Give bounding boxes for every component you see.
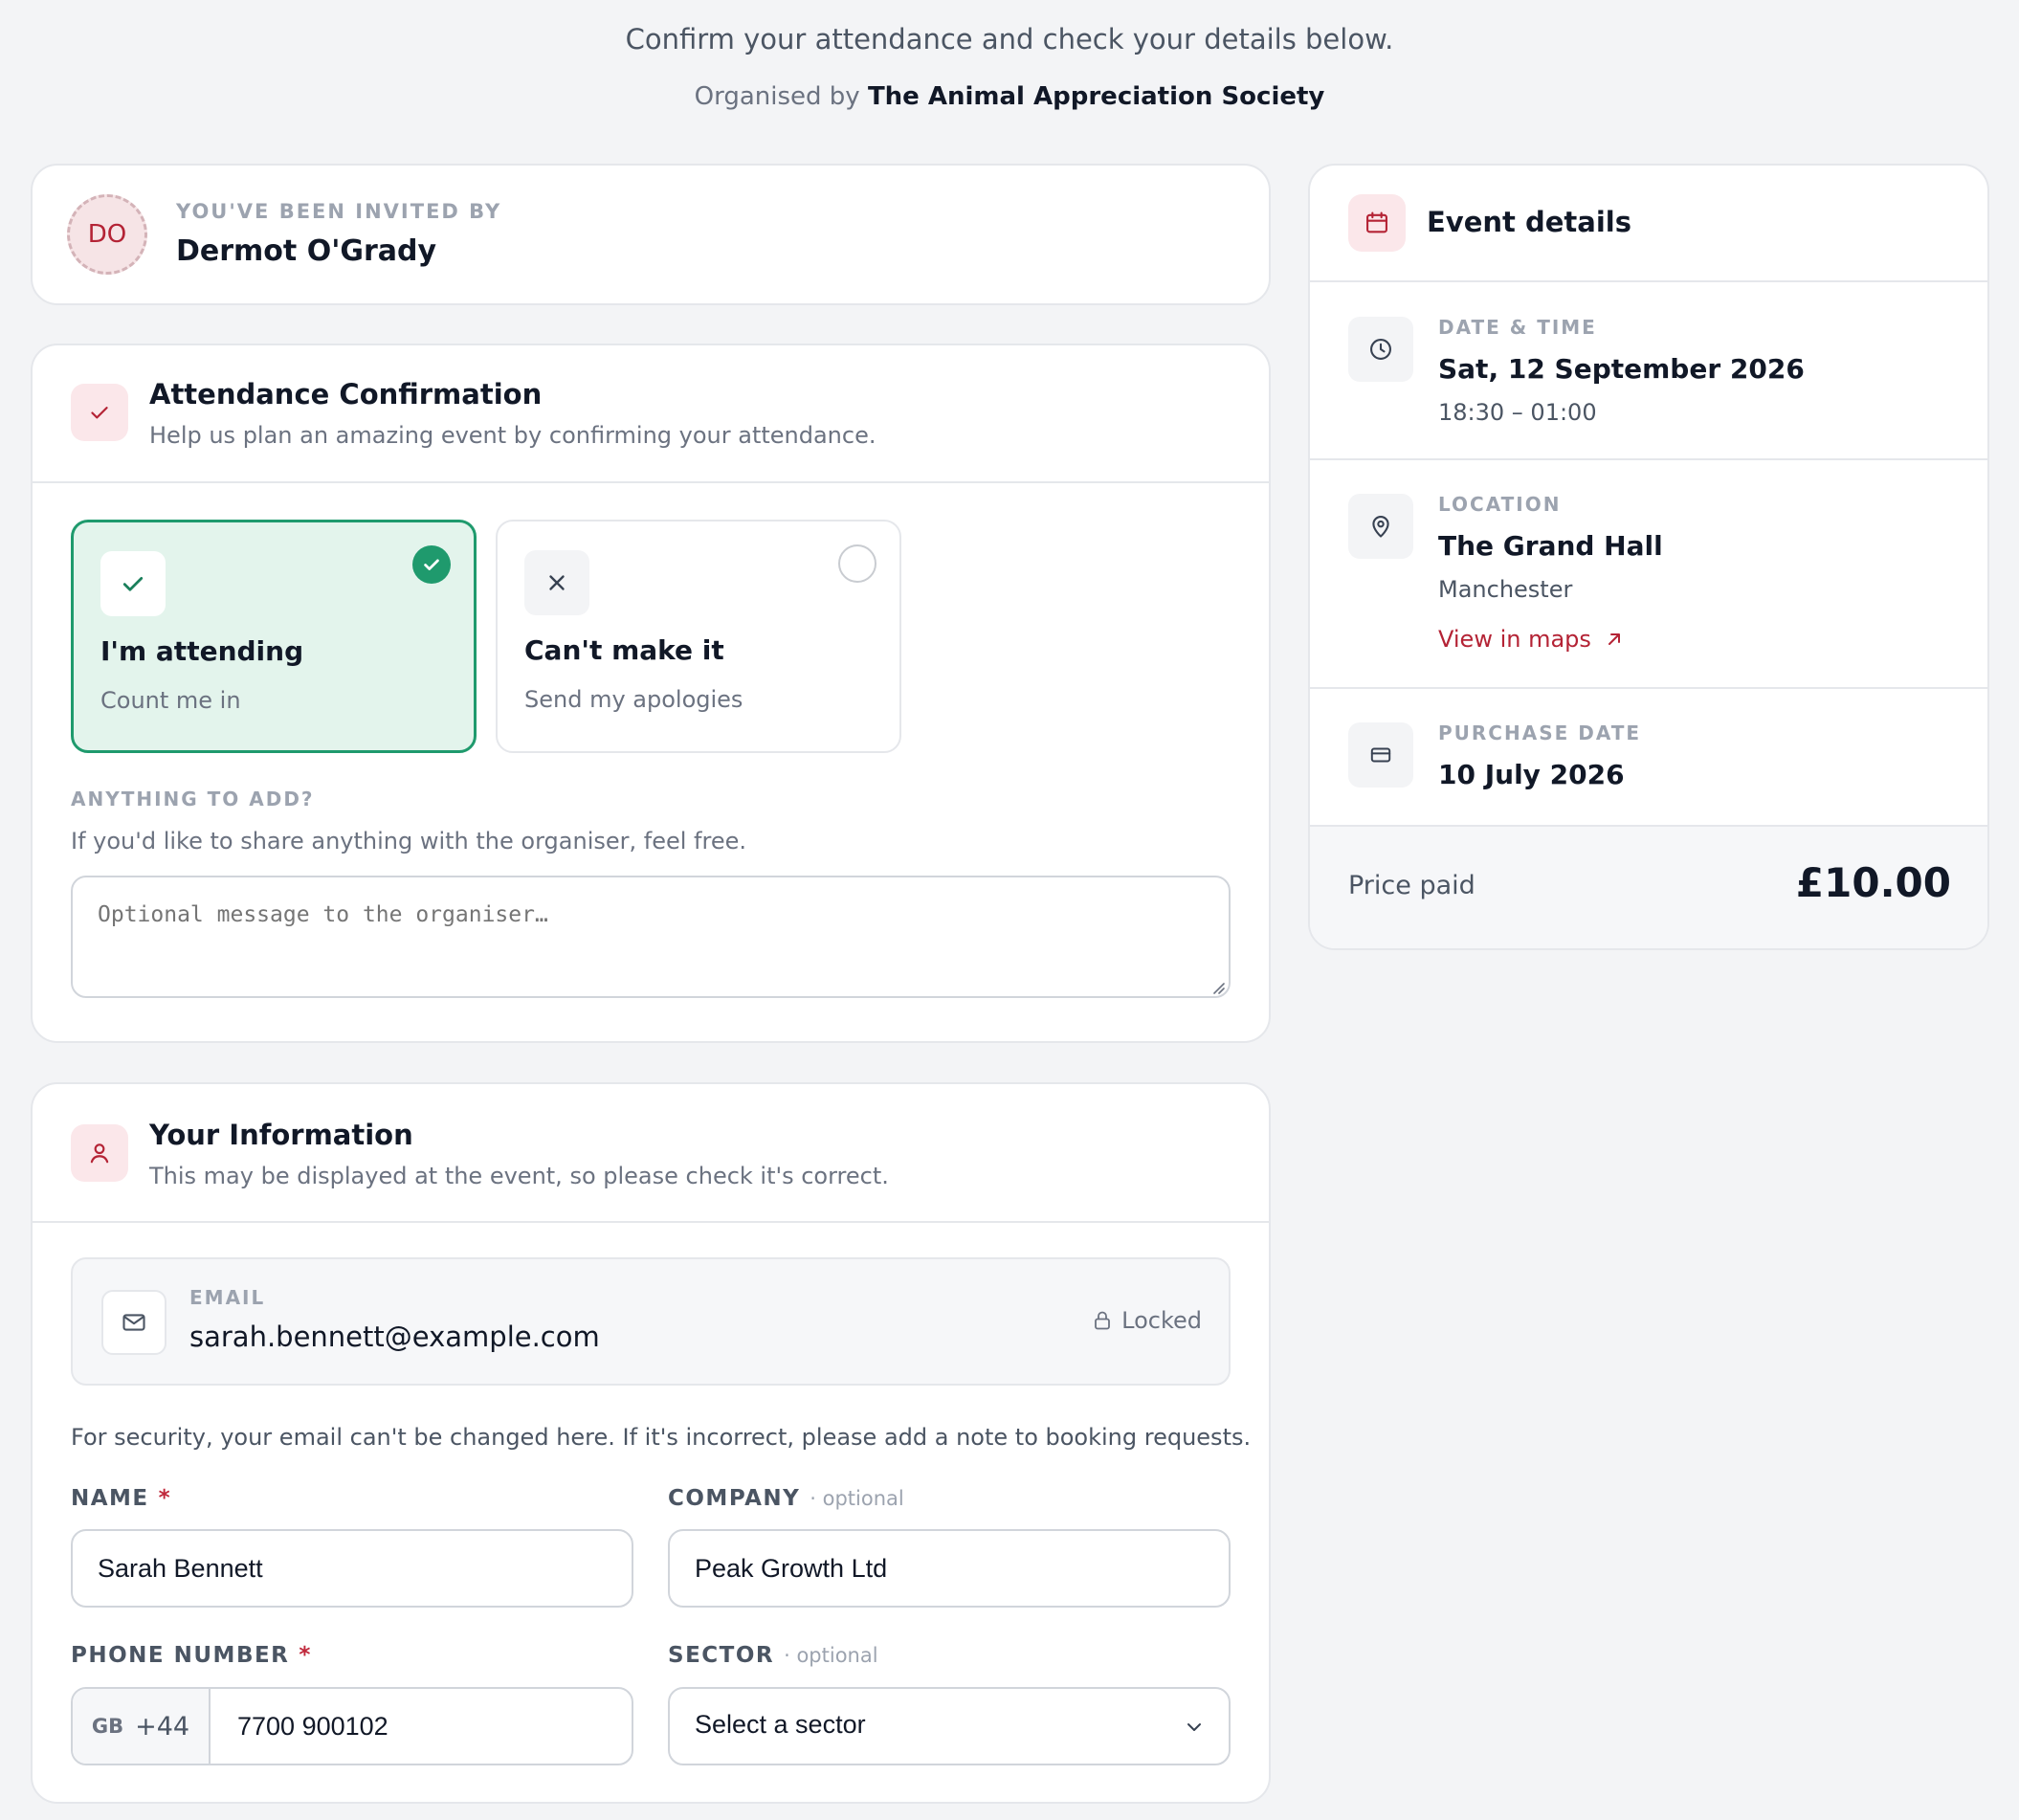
option-title: I'm attending xyxy=(100,635,304,667)
date-time-label: DATE & TIME xyxy=(1438,316,1597,339)
location-name: The Grand Hall xyxy=(1438,530,1663,562)
invite-card: DO YOU'VE BEEN INVITED BY Dermot O'Grady xyxy=(31,164,1271,305)
location-city: Manchester xyxy=(1438,576,1573,603)
sector-label-text: SECTOR xyxy=(668,1643,775,1668)
sector-selected-value: Select a sector xyxy=(695,1710,866,1739)
event-details-card: Event details DATE & TIME Sat, 12 Septem… xyxy=(1308,164,1989,950)
locked-label: Locked xyxy=(1121,1307,1202,1334)
section-divider xyxy=(1310,280,1987,282)
purchase-date: 10 July 2026 xyxy=(1438,759,1625,790)
location-label: LOCATION xyxy=(1438,493,1562,516)
clock-icon xyxy=(1348,317,1413,382)
locked-indicator: Locked xyxy=(1093,1307,1202,1334)
event-time: 18:30 – 01:00 xyxy=(1438,399,1597,426)
external-link-arrow-icon xyxy=(1608,633,1620,645)
company-label-text: COMPANY xyxy=(668,1486,801,1511)
chevron-down-icon xyxy=(1187,1723,1201,1731)
purchase-date-label: PURCHASE DATE xyxy=(1438,721,1642,744)
option-title: Can't make it xyxy=(524,634,724,666)
optional-tag: · optional xyxy=(810,1487,904,1510)
anything-to-add-label: ANYTHING TO ADD? xyxy=(71,788,315,810)
mail-icon xyxy=(101,1290,166,1355)
view-in-maps-label: View in maps xyxy=(1438,626,1591,653)
email-label: EMAIL xyxy=(189,1286,266,1309)
attendance-description: Help us plan an amazing event by confirm… xyxy=(149,422,876,449)
resize-grip-icon[interactable] xyxy=(1211,981,1225,994)
phone-field: GB +44 xyxy=(71,1687,633,1765)
optional-tag: · optional xyxy=(784,1644,878,1667)
inviter-avatar: DO xyxy=(67,194,147,275)
sector-select[interactable]: Select a sector xyxy=(668,1687,1231,1765)
event-details-title: Event details xyxy=(1427,206,1631,238)
your-information-title: Your Information xyxy=(149,1119,413,1151)
invited-by-label: YOU'VE BEEN INVITED BY xyxy=(176,200,502,223)
company-label: COMPANY · optional xyxy=(668,1486,904,1511)
attendance-card: Attendance Confirmation Help us plan an … xyxy=(31,344,1271,1043)
dial-code: +44 xyxy=(135,1711,190,1742)
price-paid-value: £10.00 xyxy=(1795,859,1951,906)
country-code-selector[interactable]: GB +44 xyxy=(73,1689,211,1764)
price-paid-label: Price paid xyxy=(1348,871,1475,900)
option-not-attending[interactable]: Can't make it Send my apologies xyxy=(496,520,901,753)
name-label: NAME * xyxy=(71,1486,171,1511)
page-subtitle: Confirm your attendance and check your d… xyxy=(625,23,1394,55)
check-icon xyxy=(71,384,128,441)
view-in-maps-link[interactable]: View in maps xyxy=(1438,626,1624,653)
country-code: GB xyxy=(91,1715,124,1738)
map-pin-icon xyxy=(1348,494,1413,559)
option-subtitle: Send my apologies xyxy=(524,686,743,713)
event-date: Sat, 12 September 2026 xyxy=(1438,353,1805,385)
user-icon xyxy=(71,1124,128,1182)
organiser-line: Organised by The Animal Appreciation Soc… xyxy=(0,82,2019,111)
inviter-name: Dermot O'Grady xyxy=(176,234,437,268)
phone-label-text: PHONE NUMBER xyxy=(71,1643,290,1668)
radio-checked-icon xyxy=(412,545,451,584)
section-divider xyxy=(1310,458,1987,460)
organiser-name: The Animal Appreciation Society xyxy=(867,82,1325,111)
organised-by-prefix: Organised by xyxy=(694,82,860,111)
option-attending[interactable]: I'm attending Count me in xyxy=(71,520,477,753)
check-icon xyxy=(100,551,166,616)
required-mark: * xyxy=(299,1643,312,1668)
section-divider xyxy=(33,1221,1269,1223)
required-mark: * xyxy=(158,1486,172,1511)
calendar-icon xyxy=(1348,194,1406,252)
your-information-description: This may be displayed at the event, so p… xyxy=(149,1163,889,1189)
lock-icon xyxy=(1095,1311,1111,1330)
anything-to-add-hint: If you'd like to share anything with the… xyxy=(71,828,746,855)
phone-label: PHONE NUMBER * xyxy=(71,1643,312,1668)
card-icon xyxy=(1348,722,1413,788)
email-value: sarah.bennett@example.com xyxy=(189,1321,600,1353)
phone-input[interactable] xyxy=(212,1689,632,1764)
email-security-note: For security, your email can't be change… xyxy=(71,1424,1252,1451)
x-icon xyxy=(524,550,589,615)
your-information-card: Your Information This may be displayed a… xyxy=(31,1082,1271,1804)
page: Confirm your attendance and check your d… xyxy=(0,0,2019,1820)
sector-label: SECTOR · optional xyxy=(668,1643,878,1668)
organiser-message-input[interactable] xyxy=(71,876,1231,998)
section-divider xyxy=(1310,687,1987,689)
option-subtitle: Count me in xyxy=(100,687,241,714)
name-label-text: NAME xyxy=(71,1486,149,1511)
section-divider xyxy=(33,481,1269,483)
radio-unchecked-icon xyxy=(838,544,876,583)
price-paid-row: Price paid £10.00 xyxy=(1310,827,1987,948)
name-input[interactable] xyxy=(71,1529,633,1608)
company-input[interactable] xyxy=(668,1529,1231,1608)
attendance-title: Attendance Confirmation xyxy=(149,378,543,411)
email-locked-field: EMAIL sarah.bennett@example.com Locked xyxy=(71,1257,1231,1386)
